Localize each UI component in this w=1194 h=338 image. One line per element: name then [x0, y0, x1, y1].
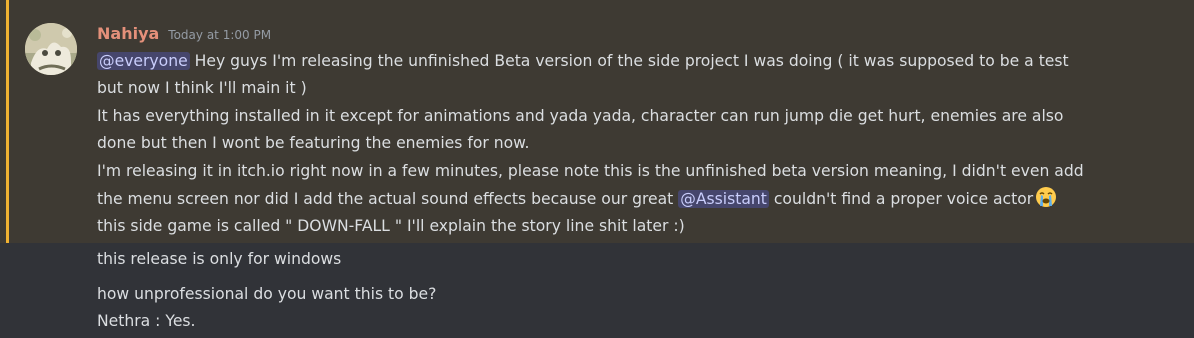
message-line: @everyone Hey guys I'm releasing the unf… — [97, 48, 1069, 75]
message-line: the menu screen nor did I add the actual… — [97, 186, 1057, 213]
username[interactable]: Nahiya — [97, 24, 159, 43]
assistant-mention[interactable]: @Assistant — [678, 190, 769, 208]
message-line: this side game is called " DOWN-FALL " I… — [97, 217, 685, 235]
mention-highlight-bar — [6, 0, 9, 243]
followup-message: this release is only for windows — [97, 250, 342, 268]
message-line: done but then I wont be featuring the en… — [97, 134, 530, 152]
message-header: Nahiya Today at 1:00 PM — [97, 24, 271, 46]
followup-message: how unprofessional do you want this to b… — [97, 285, 437, 303]
message-text: Hey guys I'm releasing the unfinished Be… — [189, 52, 1069, 70]
message-text: the menu screen nor did I add the actual… — [97, 190, 679, 208]
avatar-image — [25, 23, 77, 75]
message-line: but now I think I'll main it ) — [97, 79, 307, 97]
message-line: It has everything installed in it except… — [97, 107, 1064, 125]
sob-emoji-icon[interactable] — [1035, 186, 1057, 208]
message-text: couldn't find a proper voice actor — [768, 190, 1034, 208]
followup-message: Nethra : Yes. — [97, 312, 196, 330]
message-line: I'm releasing it in itch.io right now in… — [97, 162, 1084, 180]
everyone-mention[interactable]: @everyone — [97, 52, 190, 70]
avatar[interactable] — [25, 23, 77, 75]
timestamp[interactable]: Today at 1:00 PM — [168, 28, 271, 42]
